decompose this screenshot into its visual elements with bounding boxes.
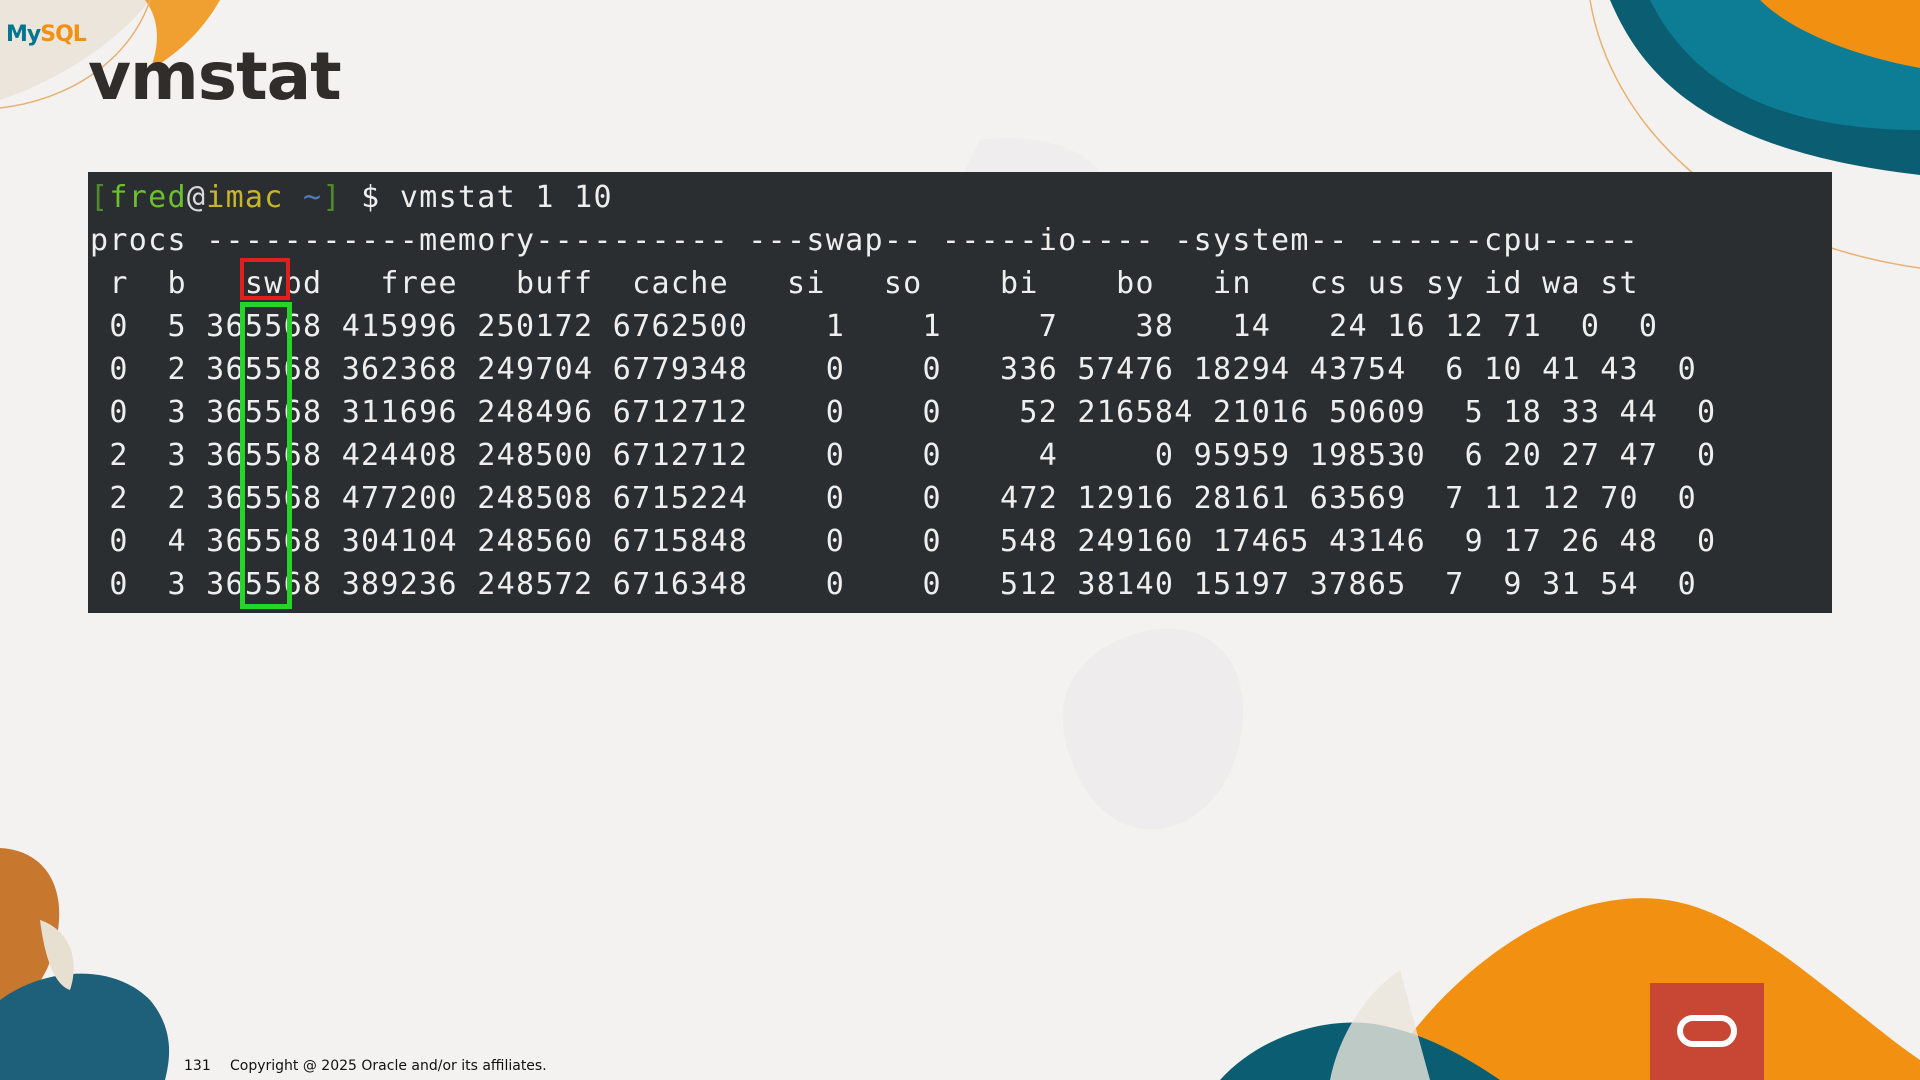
prompt-command: $ vmstat 1 10 [341,180,613,215]
prompt-host: imac [206,180,284,215]
b-header-highlight [240,258,290,300]
logo-sql-text: SQL [40,22,87,47]
mysql-logo: MySQL [6,22,87,47]
vmstat-row: 0 5 365568 415996 250172 6762500 1 1 7 3… [90,309,1659,344]
logo-my-text: My [6,22,41,47]
b-column-highlight [240,302,292,609]
slide-title: vmstat [88,38,342,115]
oracle-logo [1650,983,1764,1080]
prompt-open-bracket: [ [90,180,110,215]
vmstat-row: 2 2 365568 477200 248508 6715224 0 0 472… [90,481,1698,516]
prompt-close-bracket: ] [322,180,342,215]
vmstat-row: 0 3 365568 311696 248496 6712712 0 0 52 … [90,395,1717,430]
vmstat-column-header: r b swpd free buff cache si so bi bo in … [90,266,1639,301]
copyright-text: Copyright @ 2025 Oracle and/or its affil… [230,1058,547,1074]
oracle-ring-icon [1677,1015,1737,1047]
terminal-screenshot: [fred@imac ~] $ vmstat 1 10 procs ------… [88,172,1832,613]
vmstat-row: 0 3 365568 389236 248572 6716348 0 0 512… [90,567,1698,602]
prompt-user: fred [109,180,187,215]
terminal-prompt-line: [fred@imac ~] $ vmstat 1 10 [90,176,613,219]
page-number: 131 [184,1058,211,1074]
vmstat-row: 0 2 365568 362368 249704 6779348 0 0 336… [90,352,1698,387]
vmstat-row: 0 4 365568 304104 248560 6715848 0 0 548… [90,524,1717,559]
vmstat-group-header: procs -----------memory---------- ---swa… [90,223,1639,258]
prompt-at: @ [186,180,207,215]
vmstat-row: 2 3 365568 424408 248500 6712712 0 0 4 0… [90,438,1717,473]
prompt-path: ~ [283,180,323,215]
